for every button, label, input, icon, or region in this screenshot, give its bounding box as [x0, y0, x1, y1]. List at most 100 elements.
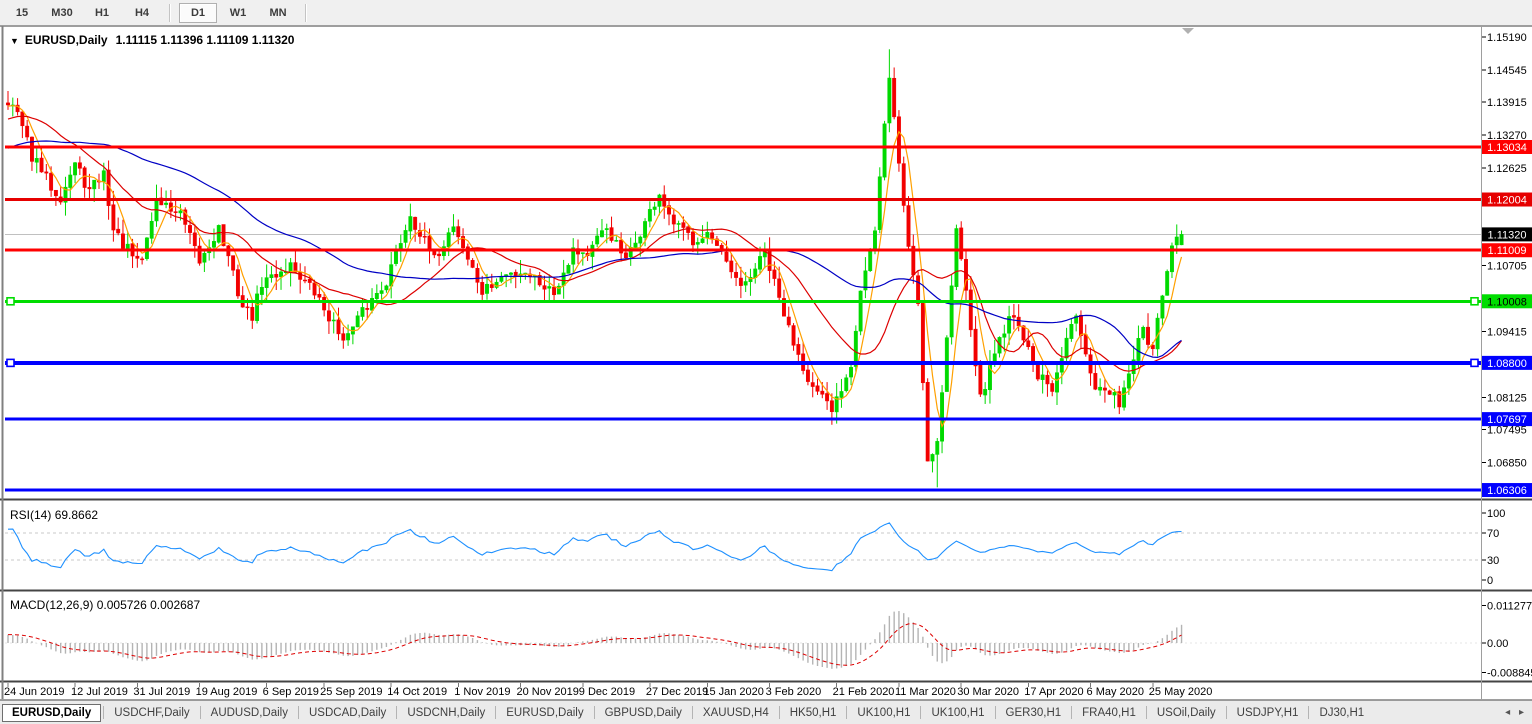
date-tick: 9 Dec 2019 — [579, 686, 635, 698]
date-axis[interactable]: 24 Jun 2019 12 Jul 2019 31 Jul 2019 19 Aug … — [4, 683, 1212, 698]
date-tick: 25 Sep 2019 — [320, 686, 382, 698]
date-tick: 6 May 2020 — [1087, 686, 1144, 698]
price-flag-text: 1.06306 — [1487, 485, 1527, 497]
timeframe-button-H4[interactable]: H4 — [123, 3, 161, 23]
line-select-handle[interactable] — [1471, 298, 1478, 305]
date-tick: 15 Jan 2020 — [703, 686, 764, 698]
rsi-axis-tick: 0 — [1487, 575, 1493, 587]
rsi-name: RSI(14) — [10, 508, 51, 522]
timeframe-button-MN[interactable]: MN — [259, 3, 297, 23]
rsi-indicator-label: RSI(14) 69.8662 — [10, 508, 98, 522]
chart-tab-GBPUSD-Daily[interactable]: GBPUSD,Daily — [595, 705, 692, 721]
rsi-axis-tick: 30 — [1487, 555, 1499, 567]
chart-ohlc-values: 1.11115 1.11396 1.11109 1.11320 — [116, 33, 295, 47]
price-flag-text: 1.07697 — [1487, 414, 1527, 426]
timeframe-button-W1[interactable]: W1 — [219, 3, 257, 23]
date-tick: 12 Jul 2019 — [71, 686, 128, 698]
rsi-axis-tick: 100 — [1487, 508, 1505, 520]
toolbar-separator — [169, 4, 171, 22]
macd-name: MACD(12,26,9) — [10, 598, 93, 612]
price-flag-text: 1.11320 — [1488, 229, 1527, 241]
date-tick: 27 Dec 2019 — [646, 686, 708, 698]
date-tick: 1 Nov 2019 — [454, 686, 510, 698]
price-tick: 1.09415 — [1487, 327, 1527, 339]
chart-tab-DJ30-H1[interactable]: DJ30,H1 — [1309, 705, 1374, 721]
chart-canvas[interactable]: 1.151901.145451.139151.132701.126251.107… — [0, 0, 1532, 724]
price-tick: 1.14545 — [1487, 65, 1527, 77]
price-tick: 1.10705 — [1487, 261, 1527, 273]
macd-panel[interactable]: 0.011277 0.00 -0.008845 — [5, 600, 1532, 679]
date-tick: 11 Mar 2020 — [895, 686, 956, 698]
chart-tab-EURUSD-Daily[interactable]: EURUSD,Daily — [496, 705, 593, 721]
toolbar-separator — [305, 4, 307, 22]
moving-averages — [8, 106, 1182, 427]
chart-symbol-period: EURUSD,Daily — [25, 33, 108, 47]
tab-scroll-arrows: ◂ ▸ — [1491, 707, 1532, 718]
chart-tab-USDCHF-Daily[interactable]: USDCHF,Daily — [104, 705, 199, 721]
price-flag-text: 1.08800 — [1487, 358, 1527, 370]
macd-axis-tick: 0.011277 — [1487, 600, 1532, 612]
chart-tab-EURUSD-Daily[interactable]: EURUSD,Daily — [2, 704, 101, 722]
price-tick: 1.13915 — [1487, 97, 1527, 109]
rsi-axis-tick: 70 — [1487, 528, 1499, 540]
rsi-line — [8, 523, 1182, 571]
date-tick: 14 Oct 2019 — [387, 686, 447, 698]
macd-axis-tick: -0.008845 — [1487, 667, 1532, 679]
chart-tab-USDJPY-H1[interactable]: USDJPY,H1 — [1227, 705, 1309, 721]
horizontal-levels[interactable] — [5, 147, 1481, 490]
price-tick: 1.15190 — [1487, 32, 1527, 44]
line-select-handle[interactable] — [7, 359, 14, 366]
date-tick: 21 Feb 2020 — [833, 686, 895, 698]
chart-tab-FRA40-H1[interactable]: FRA40,H1 — [1072, 705, 1146, 721]
chart-tab-HK50-H1[interactable]: HK50,H1 — [780, 705, 847, 721]
date-tick: 20 Nov 2019 — [517, 686, 579, 698]
chart-tab-GER30-H1[interactable]: GER30,H1 — [996, 705, 1072, 721]
chart-shift-marker-icon[interactable] — [1182, 28, 1194, 34]
chart-dropdown-icon[interactable]: ▼ — [10, 36, 19, 46]
date-tick: 31 Jul 2019 — [133, 686, 190, 698]
date-tick: 6 Sep 2019 — [263, 686, 319, 698]
date-tick: 25 May 2020 — [1149, 686, 1213, 698]
price-flag-text: 1.13034 — [1487, 142, 1527, 154]
chart-tab-USOil-Daily[interactable]: USOil,Daily — [1147, 705, 1226, 721]
price-flag-text: 1.10008 — [1487, 296, 1527, 308]
macd-values: 0.005726 0.002687 — [97, 598, 200, 612]
price-tick: 1.06850 — [1487, 457, 1527, 469]
tab-scroll-left-icon[interactable]: ◂ — [1505, 707, 1510, 718]
date-tick: 30 Mar 2020 — [957, 686, 1019, 698]
timeframe-button-15[interactable]: 15 — [3, 3, 41, 23]
chart-title: ▼ EURUSD,Daily 1.11115 1.11396 1.11109 1.1… — [10, 33, 294, 47]
chart-tab-USDCNH-Daily[interactable]: USDCNH,Daily — [397, 705, 495, 721]
chart-tab-AUDUSD-Daily[interactable]: AUDUSD,Daily — [201, 705, 298, 721]
price-tick: 1.07495 — [1487, 424, 1527, 436]
timeframe-button-D1[interactable]: D1 — [179, 3, 217, 23]
candles-layer — [6, 49, 1183, 487]
chart-tabs: EURUSD,DailyUSDCHF,DailyAUDUSD,DailyUSDC… — [0, 701, 1491, 724]
chart-tab-USDCAD-Daily[interactable]: USDCAD,Daily — [299, 705, 396, 721]
chart-tab-UK100-H1[interactable]: UK100,H1 — [921, 705, 994, 721]
price-flag-text: 1.12004 — [1487, 195, 1527, 207]
chart-tab-UK100-H1[interactable]: UK100,H1 — [847, 705, 920, 721]
macd-indicator-label: MACD(12,26,9) 0.005726 0.002687 — [10, 598, 200, 612]
price-tick: 1.12625 — [1487, 163, 1527, 175]
date-tick: 24 Jun 2019 — [4, 686, 65, 698]
price-tick: 1.08125 — [1487, 392, 1527, 404]
timeframe-toolbar: 15M30H1H4 D1W1MN — [0, 0, 1532, 26]
tab-scroll-right-icon[interactable]: ▸ — [1519, 707, 1524, 718]
rsi-value: 69.8662 — [55, 508, 98, 522]
date-tick: 19 Aug 2019 — [196, 686, 258, 698]
chart-tab-bar: EURUSD,DailyUSDCHF,DailyAUDUSD,DailyUSDC… — [0, 700, 1532, 724]
price-flag-text: 1.11009 — [1488, 245, 1527, 257]
macd-signal-line — [8, 624, 1182, 666]
chart-tab-XAUUSD-H4[interactable]: XAUUSD,H4 — [693, 705, 779, 721]
macd-axis-tick: 0.00 — [1487, 638, 1508, 650]
ma-line-20 — [8, 116, 1182, 371]
rsi-panel[interactable]: 100 70 30 0 — [5, 508, 1505, 587]
date-tick: 17 Apr 2020 — [1024, 686, 1083, 698]
mt4-chart-window: 1.151901.145451.139151.132701.126251.107… — [0, 0, 1532, 724]
timeframe-button-H1[interactable]: H1 — [83, 3, 121, 23]
line-select-handle[interactable] — [7, 298, 14, 305]
timeframe-button-M30[interactable]: M30 — [43, 3, 81, 23]
date-tick: 3 Feb 2020 — [766, 686, 822, 698]
line-select-handle[interactable] — [1471, 359, 1478, 366]
